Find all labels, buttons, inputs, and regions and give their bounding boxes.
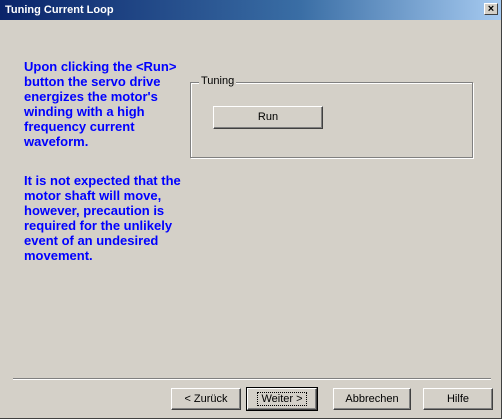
next-button-label: Weiter > <box>257 392 307 406</box>
cancel-button[interactable]: Abbrechen <box>333 388 411 410</box>
run-button[interactable]: Run <box>213 106 323 129</box>
tuning-group-label: Tuning <box>199 75 237 88</box>
next-button[interactable]: Weiter > <box>246 387 318 411</box>
footer-separator <box>13 378 491 380</box>
tuning-dialog: Tuning Current Loop × Upon clicking the … <box>0 0 502 419</box>
back-button[interactable]: < Zurück <box>171 388 241 410</box>
window-title: Tuning Current Loop <box>5 4 114 16</box>
help-button[interactable]: Hilfe <box>423 388 493 410</box>
description-paragraph-1: Upon clicking the <Run> button the servo… <box>24 59 177 149</box>
title-bar[interactable]: Tuning Current Loop × <box>0 0 501 20</box>
close-button[interactable]: × <box>484 3 498 15</box>
description-paragraph-2: It is not expected that the motor shaft … <box>24 173 181 263</box>
